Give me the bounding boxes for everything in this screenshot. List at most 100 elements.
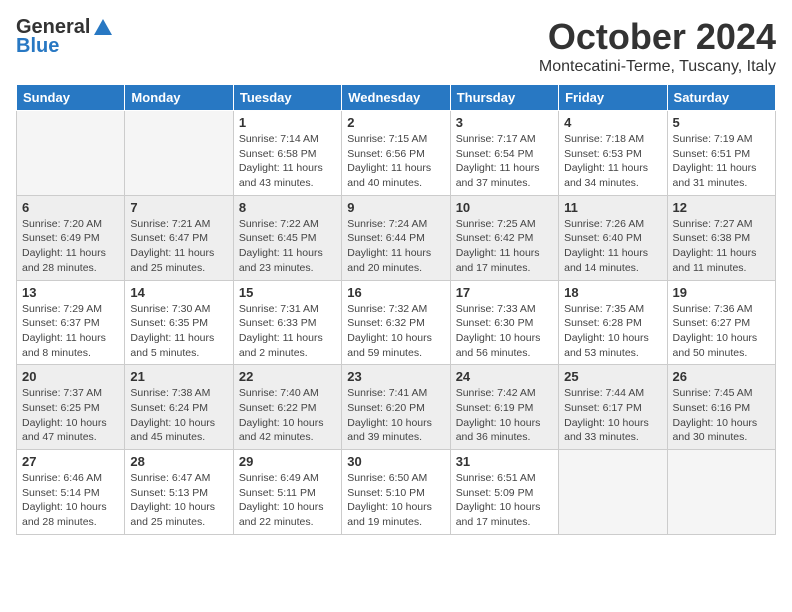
logo-blue-text: Blue (16, 35, 59, 58)
day-cell-23: 23Sunrise: 7:41 AMSunset: 6:20 PMDayligh… (342, 365, 450, 450)
col-header-monday: Monday (125, 85, 233, 111)
day-cell-13: 13 Sunrise: 7:29 AMSunset: 6:37 PMDayligh… (17, 280, 125, 365)
day-number: 26 (673, 369, 770, 384)
day-number: 23 (347, 369, 444, 384)
day-cell-3: 3 Sunrise: 7:17 AMSunset: 6:54 PMDaylight… (450, 111, 558, 196)
day-number: 18 (564, 285, 661, 300)
day-number: 10 (456, 200, 553, 215)
day-cell-8: 8 Sunrise: 7:22 AMSunset: 6:45 PMDaylight… (233, 195, 341, 280)
day-info: Sunrise: 7:24 AMSunset: 6:44 PMDaylight:… (347, 217, 444, 276)
empty-cell (667, 450, 775, 535)
day-cell-20: 20 Sunrise: 7:37 AMSunset: 6:25 PMDayligh… (17, 365, 125, 450)
day-cell-14: 14Sunrise: 7:30 AMSunset: 6:35 PMDayligh… (125, 280, 233, 365)
day-number: 6 (22, 200, 119, 215)
day-cell-1: 1 Sunrise: 7:14 AMSunset: 6:58 PMDaylight… (233, 111, 341, 196)
day-cell-22: 22Sunrise: 7:40 AMSunset: 6:22 PMDayligh… (233, 365, 341, 450)
day-cell-18: 18Sunrise: 7:35 AMSunset: 6:28 PMDayligh… (559, 280, 667, 365)
day-number: 3 (456, 115, 553, 130)
day-info: Sunrise: 7:15 AMSunset: 6:56 PMDaylight:… (347, 132, 444, 191)
day-info: Sunrise: 7:26 AMSunset: 6:40 PMDaylight:… (564, 217, 661, 276)
day-info: Sunrise: 6:47 AMSunset: 5:13 PMDaylight:… (130, 471, 227, 530)
day-info: Sunrise: 7:25 AMSunset: 6:42 PMDaylight:… (456, 217, 553, 276)
day-cell-19: 19Sunrise: 7:36 AMSunset: 6:27 PMDayligh… (667, 280, 775, 365)
day-number: 8 (239, 200, 336, 215)
day-cell-17: 17 Sunrise: 7:33 AMSunset: 6:30 PMDayligh… (450, 280, 558, 365)
day-info: Sunrise: 7:30 AMSunset: 6:35 PMDaylight:… (130, 302, 227, 361)
day-cell-6: 6 Sunrise: 7:20 AMSunset: 6:49 PMDaylight… (17, 195, 125, 280)
location-subtitle: Montecatini-Terme, Tuscany, Italy (539, 58, 776, 76)
day-info: Sunrise: 6:51 AMSunset: 5:09 PMDaylight:… (456, 471, 553, 530)
col-header-sunday: Sunday (17, 85, 125, 111)
title-block: October 2024 Montecatini-Terme, Tuscany,… (539, 16, 776, 76)
col-header-tuesday: Tuesday (233, 85, 341, 111)
day-cell-5: 5 Sunrise: 7:19 AMSunset: 6:51 PMDaylight… (667, 111, 775, 196)
day-info: Sunrise: 7:21 AMSunset: 6:47 PMDaylight:… (130, 217, 227, 276)
day-info: Sunrise: 7:22 AMSunset: 6:45 PMDaylight:… (239, 217, 336, 276)
day-info: Sunrise: 6:50 AMSunset: 5:10 PMDaylight:… (347, 471, 444, 530)
day-info: Sunrise: 6:49 AMSunset: 5:11 PMDaylight:… (239, 471, 336, 530)
logo-icon (92, 17, 114, 39)
day-number: 25 (564, 369, 661, 384)
day-info: Sunrise: 7:37 AMSunset: 6:25 PMDaylight:… (22, 386, 119, 445)
day-info: Sunrise: 7:33 AMSunset: 6:30 PMDaylight:… (456, 302, 553, 361)
week-row-4: 20 Sunrise: 7:37 AMSunset: 6:25 PMDayligh… (17, 365, 776, 450)
day-number: 27 (22, 454, 119, 469)
day-cell-15: 15 Sunrise: 7:31 AMSunset: 6:33 PMDayligh… (233, 280, 341, 365)
day-cell-26: 26 Sunrise: 7:45 AMSunset: 6:16 PMDayligh… (667, 365, 775, 450)
day-info: Sunrise: 7:20 AMSunset: 6:49 PMDaylight:… (22, 217, 119, 276)
empty-cell (559, 450, 667, 535)
day-info: Sunrise: 7:32 AMSunset: 6:32 PMDaylight:… (347, 302, 444, 361)
day-info: Sunrise: 7:29 AMSunset: 6:37 PMDaylight:… (22, 302, 119, 361)
day-info: Sunrise: 7:38 AMSunset: 6:24 PMDaylight:… (130, 386, 227, 445)
day-cell-21: 21 Sunrise: 7:38 AMSunset: 6:24 PMDayligh… (125, 365, 233, 450)
day-cell-7: 7 Sunrise: 7:21 AMSunset: 6:47 PMDaylight… (125, 195, 233, 280)
week-row-5: 27Sunrise: 6:46 AMSunset: 5:14 PMDayligh… (17, 450, 776, 535)
day-info: Sunrise: 7:17 AMSunset: 6:54 PMDaylight:… (456, 132, 553, 191)
day-number: 12 (673, 200, 770, 215)
empty-cell (17, 111, 125, 196)
day-cell-31: 31Sunrise: 6:51 AMSunset: 5:09 PMDayligh… (450, 450, 558, 535)
day-cell-12: 12 Sunrise: 7:27 AMSunset: 6:38 PMDayligh… (667, 195, 775, 280)
day-info: Sunrise: 7:45 AMSunset: 6:16 PMDaylight:… (673, 386, 770, 445)
day-info: Sunrise: 7:27 AMSunset: 6:38 PMDaylight:… (673, 217, 770, 276)
day-info: Sunrise: 7:19 AMSunset: 6:51 PMDaylight:… (673, 132, 770, 191)
day-number: 29 (239, 454, 336, 469)
day-info: Sunrise: 7:18 AMSunset: 6:53 PMDaylight:… (564, 132, 661, 191)
week-row-1: 1 Sunrise: 7:14 AMSunset: 6:58 PMDaylight… (17, 111, 776, 196)
day-number: 2 (347, 115, 444, 130)
day-number: 16 (347, 285, 444, 300)
calendar-table: SundayMondayTuesdayWednesdayThursdayFrid… (16, 84, 776, 535)
day-number: 20 (22, 369, 119, 384)
day-info: Sunrise: 7:42 AMSunset: 6:19 PMDaylight:… (456, 386, 553, 445)
day-number: 9 (347, 200, 444, 215)
day-number: 5 (673, 115, 770, 130)
day-number: 15 (239, 285, 336, 300)
day-cell-24: 24 Sunrise: 7:42 AMSunset: 6:19 PMDayligh… (450, 365, 558, 450)
day-number: 11 (564, 200, 661, 215)
day-number: 24 (456, 369, 553, 384)
day-cell-4: 4Sunrise: 7:18 AMSunset: 6:53 PMDaylight… (559, 111, 667, 196)
day-info: Sunrise: 7:36 AMSunset: 6:27 PMDaylight:… (673, 302, 770, 361)
day-number: 7 (130, 200, 227, 215)
day-number: 13 (22, 285, 119, 300)
day-number: 30 (347, 454, 444, 469)
col-header-wednesday: Wednesday (342, 85, 450, 111)
day-cell-2: 2 Sunrise: 7:15 AMSunset: 6:56 PMDaylight… (342, 111, 450, 196)
day-info: Sunrise: 7:14 AMSunset: 6:58 PMDaylight:… (239, 132, 336, 191)
day-number: 1 (239, 115, 336, 130)
day-info: Sunrise: 7:44 AMSunset: 6:17 PMDaylight:… (564, 386, 661, 445)
day-cell-16: 16 Sunrise: 7:32 AMSunset: 6:32 PMDayligh… (342, 280, 450, 365)
day-number: 21 (130, 369, 227, 384)
week-row-2: 6 Sunrise: 7:20 AMSunset: 6:49 PMDaylight… (17, 195, 776, 280)
day-number: 28 (130, 454, 227, 469)
day-cell-10: 10 Sunrise: 7:25 AMSunset: 6:42 PMDayligh… (450, 195, 558, 280)
day-cell-11: 11 Sunrise: 7:26 AMSunset: 6:40 PMDayligh… (559, 195, 667, 280)
col-header-thursday: Thursday (450, 85, 558, 111)
day-cell-25: 25 Sunrise: 7:44 AMSunset: 6:17 PMDayligh… (559, 365, 667, 450)
day-number: 22 (239, 369, 336, 384)
day-number: 17 (456, 285, 553, 300)
month-title: October 2024 (539, 16, 776, 58)
day-cell-30: 30 Sunrise: 6:50 AMSunset: 5:10 PMDayligh… (342, 450, 450, 535)
week-row-3: 13 Sunrise: 7:29 AMSunset: 6:37 PMDayligh… (17, 280, 776, 365)
day-info: Sunrise: 7:31 AMSunset: 6:33 PMDaylight:… (239, 302, 336, 361)
